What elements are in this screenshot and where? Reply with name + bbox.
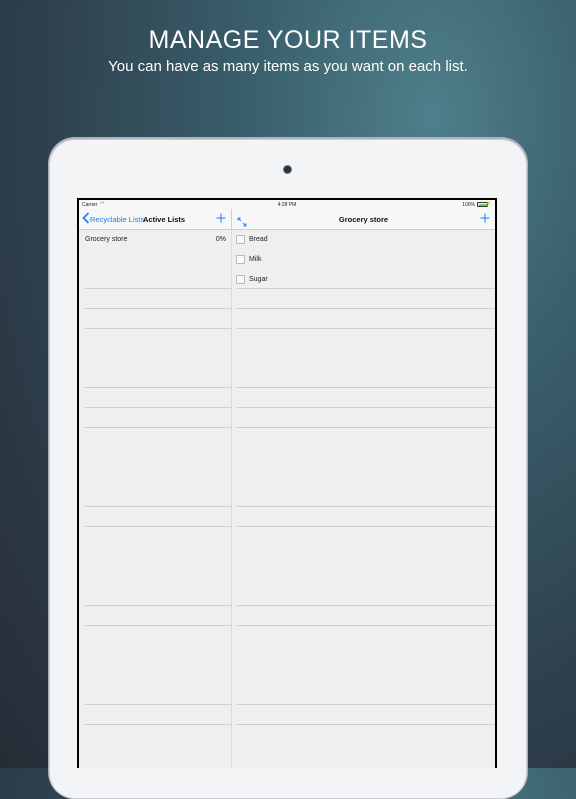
- master-list: Grocery store 0%: [79, 230, 232, 768]
- list-item[interactable]: Grocery store 0%: [79, 230, 231, 248]
- plus-icon: [480, 213, 490, 223]
- front-camera: [284, 166, 291, 173]
- plus-icon: [216, 213, 226, 223]
- detail-nav: Grocery store: [232, 209, 495, 229]
- row-separator: [85, 704, 232, 705]
- app-window: Carrier ◠ 4:28 PM 100% ⚡ Recyclable List…: [79, 200, 495, 768]
- list-item[interactable]: Milk: [232, 250, 495, 268]
- detail-title: Grocery store: [338, 215, 389, 224]
- add-list-button[interactable]: [216, 212, 226, 225]
- row-separator: [85, 407, 232, 408]
- battery-percent: 100%: [462, 202, 475, 208]
- navigation-bar: Recyclable Lists Active Lists Grocery st…: [79, 209, 495, 230]
- item-name: Bread: [249, 236, 268, 243]
- row-separator: [85, 605, 232, 606]
- device-screen: Carrier ◠ 4:28 PM 100% ⚡ Recyclable List…: [77, 198, 497, 768]
- item-name: Milk: [249, 256, 262, 263]
- list-item-progress: 0%: [215, 236, 226, 243]
- row-separator: [237, 704, 495, 705]
- row-separator: [85, 526, 232, 527]
- promo-subline: You can have as many items as you want o…: [108, 58, 468, 75]
- row-separator: [237, 625, 495, 626]
- row-separator: [85, 506, 232, 507]
- row-separator: [85, 288, 232, 289]
- list-item-name: Grocery store: [85, 236, 128, 243]
- row-separator: [237, 526, 495, 527]
- charging-icon: ⚡: [485, 201, 492, 207]
- master-title: Active Lists: [143, 215, 186, 224]
- row-separator: [237, 506, 495, 507]
- back-chevron-icon[interactable]: [82, 212, 90, 226]
- row-separator: [237, 308, 495, 309]
- item-name: Sugar: [249, 276, 268, 283]
- promo-headline: MANAGE YOUR ITEMS: [148, 26, 428, 54]
- master-nav: Recyclable Lists Active Lists: [79, 209, 231, 229]
- row-separator: [237, 288, 495, 289]
- list-item[interactable]: Bread: [232, 230, 495, 248]
- item-checkbox[interactable]: [236, 255, 245, 264]
- item-checkbox[interactable]: [236, 275, 245, 284]
- list-item[interactable]: Sugar: [232, 270, 495, 288]
- status-bar: Carrier ◠ 4:28 PM 100% ⚡: [79, 200, 495, 209]
- row-separator: [85, 625, 232, 626]
- row-separator: [85, 427, 232, 428]
- row-separator: [237, 427, 495, 428]
- row-separator: [85, 328, 232, 329]
- back-button[interactable]: Recyclable Lists: [90, 215, 144, 224]
- row-separator: [237, 724, 495, 725]
- row-separator: [237, 605, 495, 606]
- status-time: 4:28 PM: [277, 202, 297, 208]
- row-separator: [85, 724, 232, 725]
- detail-list: Bread Milk Sugar: [232, 230, 495, 768]
- row-separator: [237, 387, 495, 388]
- row-separator: [85, 308, 232, 309]
- row-separator: [85, 387, 232, 388]
- row-separator: [237, 407, 495, 408]
- row-separator: [237, 328, 495, 329]
- item-checkbox[interactable]: [236, 235, 245, 244]
- add-item-button[interactable]: [480, 212, 490, 225]
